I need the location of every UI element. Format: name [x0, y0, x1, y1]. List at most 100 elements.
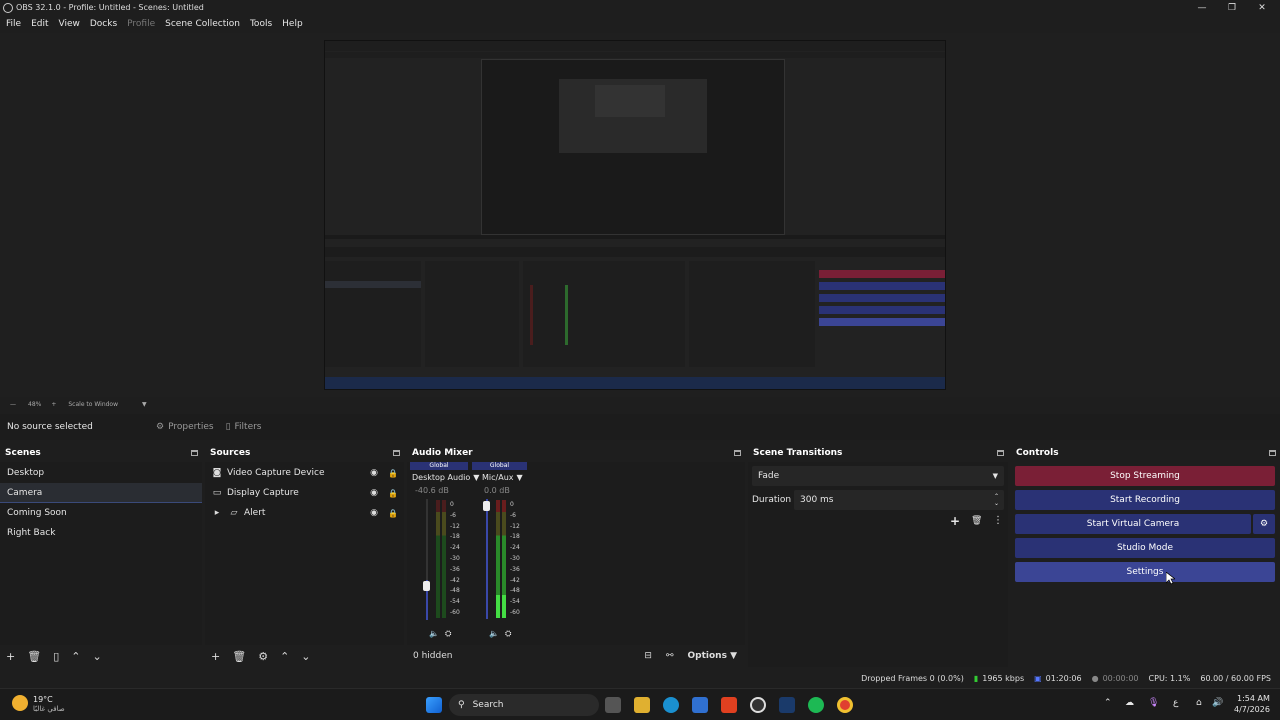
- rec-time: 00:00:00: [1102, 673, 1139, 683]
- menu-view[interactable]: View: [59, 19, 80, 29]
- virtual-camera-settings-button[interactable]: ⚙: [1253, 514, 1275, 534]
- trash-icon[interactable]: 🗑: [971, 516, 982, 526]
- global-badge: Global: [472, 462, 527, 470]
- cloud-icon[interactable]: ☁: [1125, 698, 1134, 708]
- source-item[interactable]: ▭ Display Capture ◉ 🔒: [205, 483, 404, 503]
- move-down-icon[interactable]: ⌄: [301, 650, 310, 663]
- zoom-minus-icon[interactable]: —: [10, 401, 16, 408]
- brave-icon[interactable]: [721, 697, 737, 713]
- menu-tools[interactable]: Tools: [250, 19, 272, 29]
- weather-temp[interactable]: 19°C: [33, 695, 53, 704]
- duration-spinbox[interactable]: 300 ms ⌃ ⌄: [794, 490, 1004, 510]
- speaker-icon[interactable]: 🔈: [429, 629, 439, 638]
- channel-name[interactable]: Mic/Aux ▼: [482, 473, 523, 482]
- undock-icon[interactable]: [191, 450, 198, 456]
- store-icon[interactable]: [692, 697, 708, 713]
- filter-icon[interactable]: ▯: [53, 650, 59, 663]
- scene-item[interactable]: Right Back: [0, 523, 202, 543]
- file-explorer-icon[interactable]: [634, 697, 650, 713]
- chevron-down-icon[interactable]: ▼: [142, 401, 147, 408]
- lock-icon[interactable]: 🔒: [388, 489, 398, 498]
- source-item[interactable]: ▸ ▱ Alert ◉ 🔒: [205, 503, 404, 523]
- lock-icon[interactable]: 🔒: [388, 469, 398, 478]
- trash-icon[interactable]: 🗑: [232, 650, 246, 663]
- transition-select[interactable]: Fade ▼: [752, 466, 1004, 486]
- network-icon[interactable]: ⌂: [1196, 698, 1202, 708]
- move-down-icon[interactable]: ⌄: [92, 650, 101, 663]
- add-icon[interactable]: +: [6, 650, 15, 663]
- scene-transitions-title: Scene Transitions: [753, 448, 843, 458]
- obs-icon[interactable]: [750, 697, 766, 713]
- undock-icon[interactable]: [734, 450, 741, 456]
- taskbar-search[interactable]: ⚲ Search: [449, 694, 599, 716]
- lock-icon[interactable]: 🔒: [388, 509, 398, 518]
- audio-mixer-title: Audio Mixer: [412, 448, 473, 458]
- move-up-icon[interactable]: ⌃: [280, 650, 289, 663]
- minimize-button[interactable]: —: [1187, 0, 1217, 15]
- scene-item[interactable]: Desktop: [0, 463, 202, 483]
- menu-docks[interactable]: Docks: [90, 19, 117, 29]
- chevron-up-icon[interactable]: ⌃: [1104, 698, 1112, 708]
- source-item[interactable]: ◙ Video Capture Device ◉ 🔒: [205, 463, 404, 483]
- gear-icon[interactable]: ⚙: [258, 650, 268, 663]
- edge-icon[interactable]: [663, 697, 679, 713]
- volume-slider-handle[interactable]: [423, 581, 430, 591]
- db-scale-tick: -54: [450, 598, 460, 606]
- steam-icon[interactable]: [779, 697, 795, 713]
- undock-icon[interactable]: [1269, 450, 1276, 456]
- channel-name[interactable]: Desktop Audio ▼: [412, 473, 479, 482]
- move-up-icon[interactable]: ⌃: [71, 650, 80, 663]
- stop-streaming-button[interactable]: Stop Streaming: [1015, 466, 1275, 486]
- db-scale: 0 -6 -12 -18 -24 -30 -36 -42 -48 -54 -60: [510, 500, 520, 619]
- volume-slider-handle[interactable]: [483, 501, 490, 511]
- start-recording-button[interactable]: Start Recording: [1015, 490, 1275, 510]
- expand-icon[interactable]: ▸: [210, 508, 224, 518]
- menu-help[interactable]: Help: [282, 19, 303, 29]
- chevron-down-icon: ▼: [473, 473, 480, 482]
- link-icon[interactable]: ⚯: [666, 651, 674, 661]
- clock-date[interactable]: 4/7/2026: [1234, 705, 1270, 714]
- studio-mode-button[interactable]: Studio Mode: [1015, 538, 1275, 558]
- layout-icon[interactable]: ⊟: [644, 651, 652, 661]
- eye-icon[interactable]: ◉: [370, 508, 378, 518]
- channel-settings-icon[interactable]: ⛭: [445, 629, 451, 639]
- level-meter-peak: [502, 595, 506, 618]
- properties-button[interactable]: ⚙ Properties: [150, 418, 220, 436]
- undock-icon[interactable]: [997, 450, 1004, 456]
- eye-icon[interactable]: ◉: [370, 488, 378, 498]
- volume-icon[interactable]: 🔊: [1212, 698, 1223, 708]
- trash-icon[interactable]: 🗑: [27, 650, 41, 663]
- add-icon[interactable]: +: [211, 650, 220, 663]
- controls-body: Stop Streaming Start Recording Start Vir…: [1011, 462, 1280, 667]
- language-indicator[interactable]: ع: [1173, 698, 1178, 708]
- chrome-icon[interactable]: [837, 697, 853, 713]
- zoom-plus-icon[interactable]: +: [51, 401, 56, 408]
- filters-button[interactable]: ▯ Filters: [220, 418, 268, 436]
- scene-item-selected[interactable]: Camera: [0, 483, 202, 503]
- settings-button[interactable]: Settings: [1015, 562, 1275, 582]
- spotify-icon[interactable]: [808, 697, 824, 713]
- options-button[interactable]: Options ▼: [688, 651, 738, 661]
- menu-file[interactable]: File: [6, 19, 21, 29]
- eye-icon[interactable]: ◉: [370, 468, 378, 478]
- scene-item[interactable]: Coming Soon: [0, 503, 202, 523]
- task-view-icon[interactable]: [605, 697, 621, 713]
- menu-edit[interactable]: Edit: [31, 19, 48, 29]
- maximize-button[interactable]: ❐: [1217, 0, 1247, 15]
- preview-canvas[interactable]: [0, 33, 1280, 397]
- zoom-scale-label[interactable]: Scale to Window: [68, 401, 118, 408]
- mic-icon[interactable]: 🎙: [1148, 698, 1159, 708]
- start-virtual-camera-button[interactable]: Start Virtual Camera: [1015, 514, 1251, 534]
- menu-scene-collection[interactable]: Scene Collection: [165, 19, 240, 29]
- clock-time[interactable]: 1:54 AM: [1237, 694, 1270, 703]
- close-button[interactable]: ✕: [1247, 0, 1277, 15]
- chevron-down-icon: ▼: [992, 472, 998, 480]
- add-transition-icon[interactable]: +: [950, 514, 960, 528]
- more-icon[interactable]: ⋮: [993, 515, 1003, 526]
- undock-icon[interactable]: [393, 450, 400, 456]
- channel-settings-icon[interactable]: ⛭: [505, 629, 511, 639]
- speaker-icon[interactable]: 🔈: [489, 629, 499, 638]
- db-scale-tick: -6: [450, 511, 456, 519]
- menu-profile[interactable]: Profile: [127, 19, 155, 29]
- windows-start-icon[interactable]: [426, 697, 442, 713]
